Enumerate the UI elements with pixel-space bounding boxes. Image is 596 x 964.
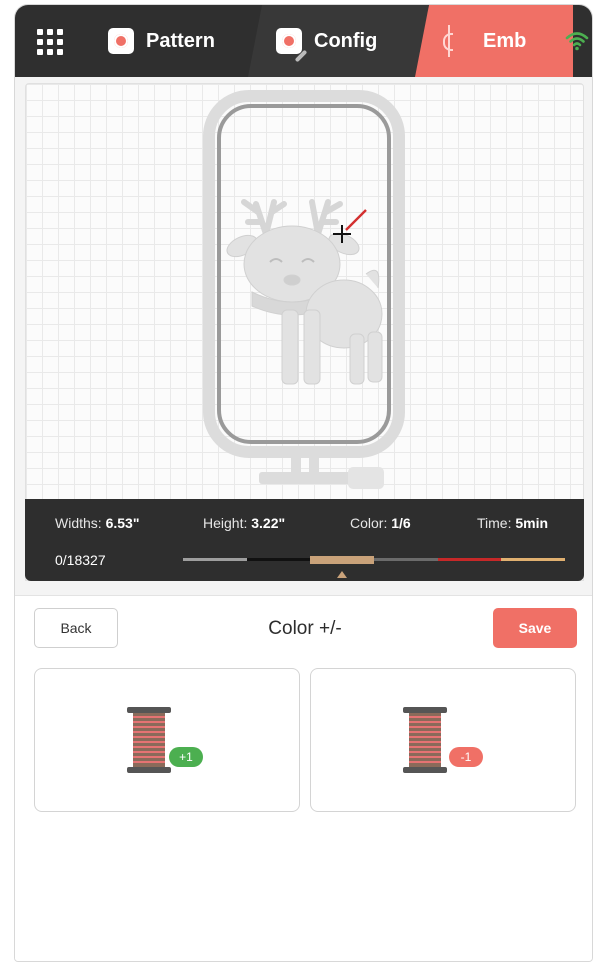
hoop-preview — [203, 90, 405, 489]
current-color-marker — [337, 571, 348, 578]
tab-emb[interactable]: Emb — [415, 5, 573, 77]
color-plus-button[interactable]: +1 — [34, 668, 300, 812]
save-button[interactable]: Save — [493, 608, 577, 648]
color-minus-button[interactable]: -1 — [310, 668, 576, 812]
thread-color-segment[interactable] — [310, 556, 374, 564]
panel-title: Color +/- — [268, 618, 342, 639]
thread-color-segment[interactable] — [501, 558, 565, 561]
embroidery-info-bar: Widths: 6.53" Height: 3.22" Color: 1/6 T… — [25, 499, 584, 581]
thread-color-sequence[interactable] — [183, 556, 565, 564]
app-window: Pattern Config Emb Widths: 6.53" Height:… — [14, 4, 593, 962]
back-button[interactable]: Back — [34, 608, 118, 648]
tab-pattern[interactable]: Pattern — [90, 5, 248, 77]
color-info: Color: 1/6 — [350, 515, 411, 531]
thread-color-segment[interactable] — [246, 558, 311, 561]
tab-config[interactable]: Config — [248, 5, 428, 77]
color-adjust-panel: Back Color +/- Save +1 -1 — [15, 595, 592, 961]
hoop-clamp — [348, 467, 384, 489]
needle-icon — [441, 25, 457, 57]
height-info: Height: 3.22" — [203, 515, 286, 531]
width-info: Widths: 6.53" — [55, 515, 140, 531]
pattern-icon — [108, 28, 134, 54]
top-tab-bar: Pattern Config Emb — [15, 5, 592, 77]
config-icon — [276, 28, 308, 63]
tab-config-label: Config — [314, 29, 378, 52]
thread-spool-icon — [127, 707, 171, 773]
tab-emb-label: Emb — [483, 29, 527, 52]
thread-spool-icon — [403, 707, 447, 773]
stitch-counter: 0/18327 — [55, 552, 106, 568]
tab-pattern-label: Pattern — [146, 29, 215, 52]
minus-badge: -1 — [449, 747, 483, 767]
thread-color-segment[interactable] — [373, 558, 438, 561]
time-info: Time: 5min — [477, 515, 549, 531]
apps-grid-icon[interactable] — [35, 27, 63, 55]
reindeer-design — [226, 199, 383, 385]
plus-badge: +1 — [169, 747, 203, 767]
thread-color-segment[interactable] — [437, 558, 502, 561]
thread-color-segment[interactable] — [183, 558, 247, 561]
wifi-icon — [565, 32, 589, 51]
